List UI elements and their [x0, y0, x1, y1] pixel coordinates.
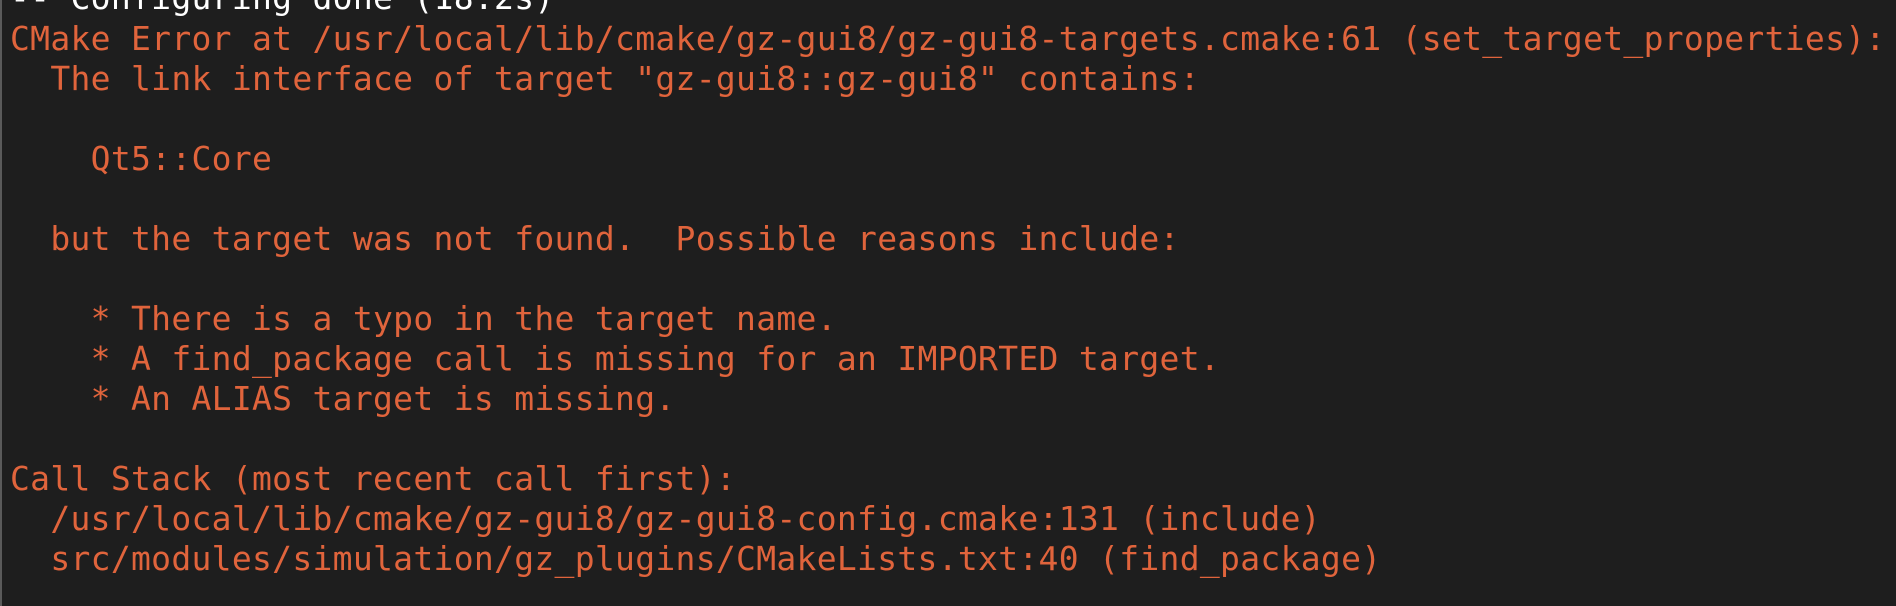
call-stack-header: Call Stack (most recent call first): [10, 459, 737, 498]
terminal-output[interactable]: -- Configuring done (18.2s) CMake Error … [0, 0, 1896, 606]
call-stack-entry: /usr/local/lib/cmake/gz-gui8/gz-gui8-con… [10, 499, 1321, 538]
configuring-done-line: -- Configuring done (18.2s) [10, 0, 555, 18]
reason-bullet: * A find_package call is missing for an … [10, 339, 1221, 378]
cmake-error-header: CMake Error at /usr/local/lib/cmake/gz-g… [10, 19, 1886, 58]
missing-target-line: Qt5::Core [10, 139, 273, 178]
reason-bullet: * There is a typo in the target name. [10, 299, 837, 338]
call-stack-entry: src/modules/simulation/gz_plugins/CMakeL… [10, 539, 1382, 578]
reason-bullet: * An ALIAS target is missing. [10, 379, 676, 418]
error-message-line: but the target was not found. Possible r… [10, 219, 1180, 258]
error-message-line: The link interface of target "gz-gui8::g… [10, 59, 1200, 98]
window-edge [0, 0, 2, 606]
